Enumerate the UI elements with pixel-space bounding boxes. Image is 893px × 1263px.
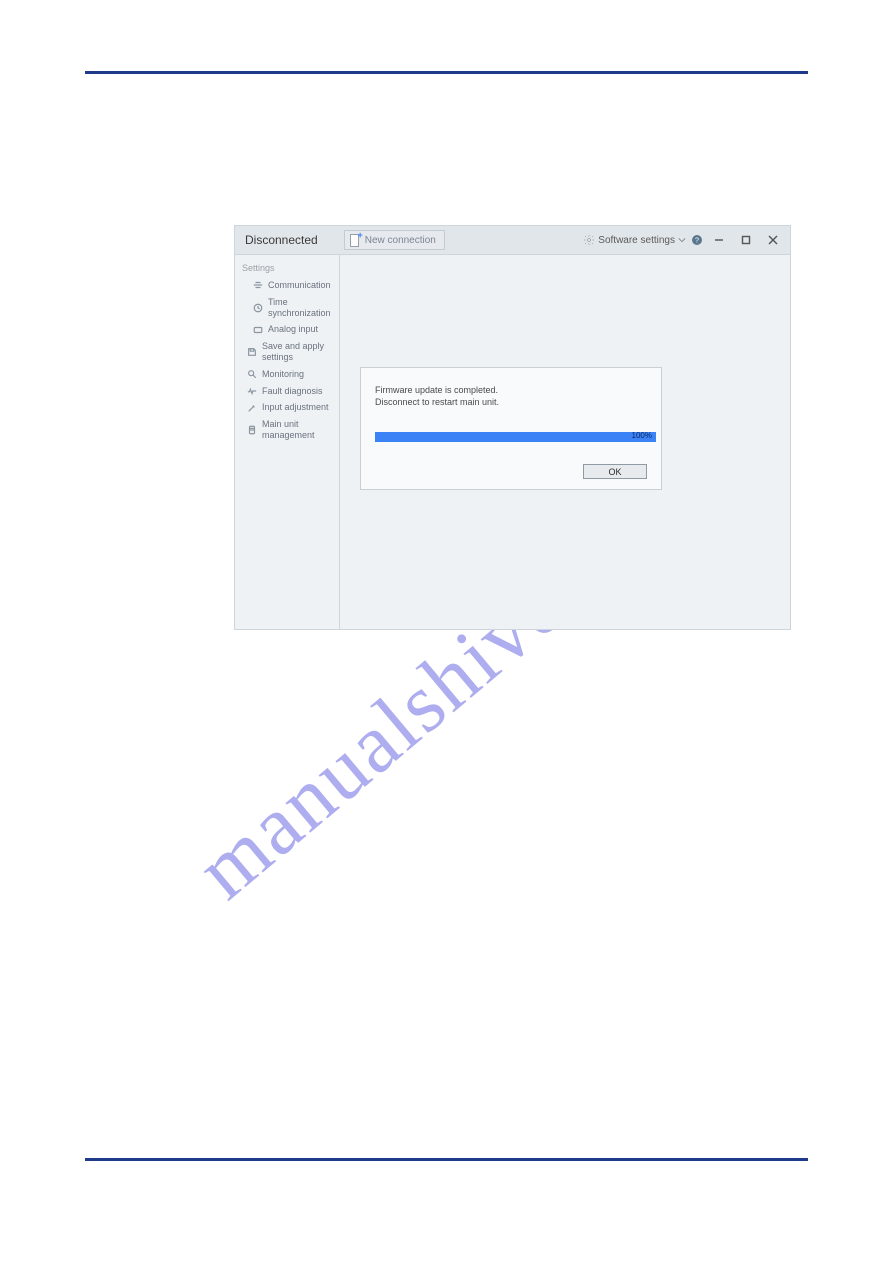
sidebar-item-label: Save and apply settings [262,341,333,363]
maximize-button[interactable] [735,229,757,251]
sidebar-header: Settings [242,263,332,273]
new-connection-label: New connection [365,235,436,246]
sidebar-item-label: Input adjustment [262,402,329,413]
firmware-update-dialog: Firmware update is completed. Disconnect… [360,367,662,490]
sidebar-item-label: Communication [268,280,331,291]
software-settings-label: Software settings [598,235,675,246]
page-top-rule [85,71,808,74]
gear-icon [583,234,595,246]
app-window: Disconnected New connection Software set… [234,225,791,630]
ok-button[interactable]: OK [583,464,647,479]
adjust-icon [247,403,257,413]
sidebar-item-monitoring[interactable]: Monitoring [239,366,335,383]
clock-icon [253,303,263,313]
dialog-line1: Firmware update is completed. [375,384,647,396]
progress-percent: 100% [632,431,652,440]
connection-status: Disconnected [245,233,318,247]
sidebar-item-label: Main unit management [262,419,333,441]
new-connection-button[interactable]: New connection [344,230,445,250]
page-bottom-rule [85,1158,808,1161]
monitor-icon [247,369,257,379]
close-button[interactable] [762,229,784,251]
sidebar-item-fault-diagnosis[interactable]: Fault diagnosis [239,383,335,400]
software-settings-dropdown[interactable]: Software settings [583,234,686,246]
help-icon[interactable]: ? [691,234,703,246]
minimize-button[interactable] [708,229,730,251]
sidebar-item-analog-input[interactable]: Analog input [239,321,335,338]
sidebar-item-label: Fault diagnosis [262,386,323,397]
ok-button-label: OK [608,467,621,477]
dialog-message: Firmware update is completed. Disconnect… [375,384,647,408]
svg-text:?: ? [695,238,699,245]
new-connection-icon [349,233,361,247]
progress-bar: 100% [375,432,656,442]
sidebar-item-time-sync[interactable]: Time synchronization [239,294,335,322]
device-icon [247,425,257,435]
sidebar-item-label: Monitoring [262,369,304,380]
sidebar-item-main-unit-mgmt[interactable]: Main unit management [239,416,335,444]
chevron-down-icon [678,236,686,244]
dialog-line2: Disconnect to restart main unit. [375,396,647,408]
main-content: Firmware update is completed. Disconnect… [340,255,790,629]
sidebar: Settings Communication Time synchronizat… [235,255,340,629]
sidebar-item-save-apply[interactable]: Save and apply settings [239,338,335,366]
input-icon [253,325,263,335]
sidebar-item-communication[interactable]: Communication [239,277,335,294]
sidebar-item-label: Time synchronization [268,297,333,319]
save-icon [247,347,257,357]
sidebar-item-input-adjustment[interactable]: Input adjustment [239,399,335,416]
network-icon [253,280,263,290]
titlebar: Disconnected New connection Software set… [235,226,790,255]
heartbeat-icon [247,386,257,396]
sidebar-item-label: Analog input [268,324,318,335]
